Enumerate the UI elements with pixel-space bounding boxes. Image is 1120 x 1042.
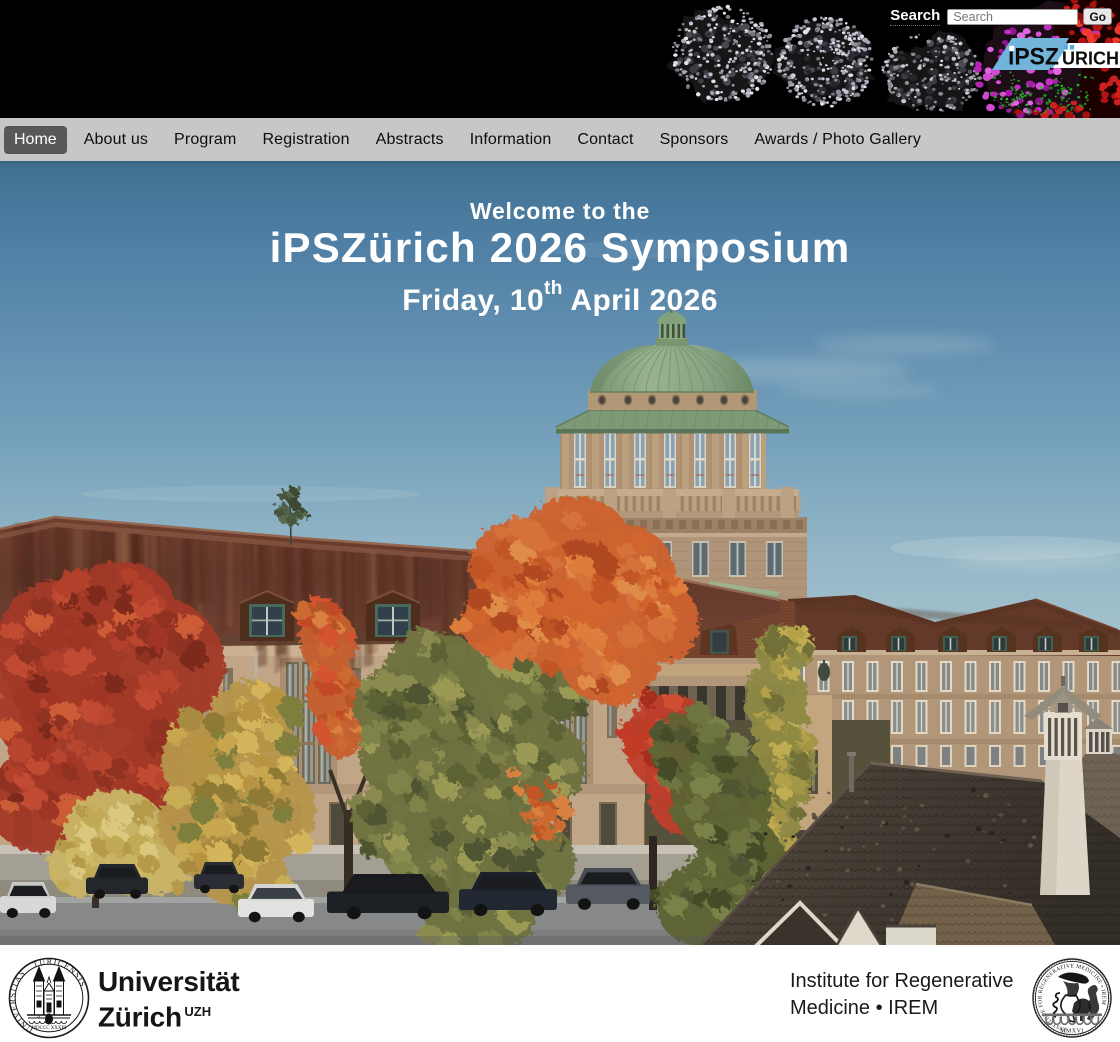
svg-text:MMXVI: MMXVI: [1060, 1029, 1084, 1035]
svg-text:URICH: URICH: [1062, 49, 1119, 69]
svg-text:MDCCC XXXIII: MDCCC XXXIII: [32, 1026, 67, 1031]
svg-text:iPSZ: iPSZ: [1008, 44, 1059, 71]
